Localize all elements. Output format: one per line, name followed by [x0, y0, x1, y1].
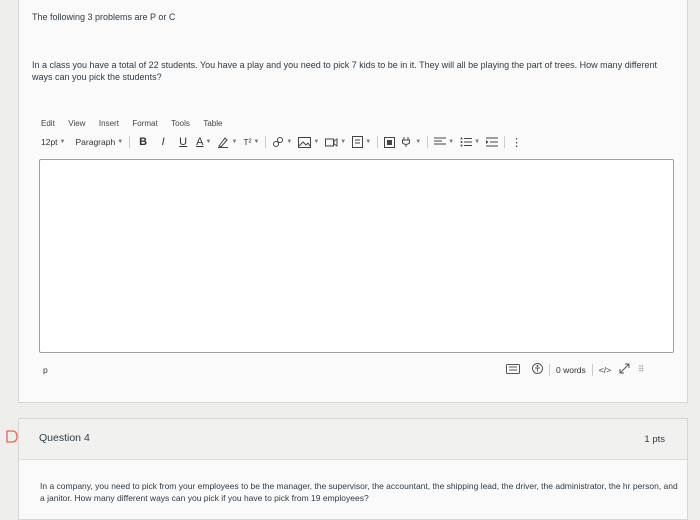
document-button[interactable]: ▼: [352, 135, 371, 149]
highlight-button[interactable]: ▼: [217, 135, 237, 149]
chevron-down-icon: ▼: [253, 139, 260, 145]
html-editor-toggle[interactable]: </>: [599, 365, 611, 375]
statusbar-divider: [591, 363, 593, 376]
fullscreen-button[interactable]: [619, 363, 630, 376]
keyboard-shortcuts-button[interactable]: [506, 363, 520, 376]
chevron-down-icon: ▼: [340, 139, 347, 145]
chevron-down-icon: ▼: [415, 139, 422, 145]
question-4-text: In a company, you need to pick from your…: [40, 481, 678, 503]
superscript-button[interactable]: T² ▼: [243, 135, 259, 149]
align-button[interactable]: ▼: [434, 135, 454, 149]
question-4-card: Question 4 1 pts In a company, you need …: [18, 418, 688, 520]
word-count: 0 words: [556, 364, 586, 375]
media-icon: [325, 137, 338, 147]
link-button[interactable]: ▼: [272, 135, 292, 149]
align-left-icon: [434, 137, 447, 145]
menu-view[interactable]: View: [68, 119, 85, 128]
font-size-select[interactable]: 12pt ▼: [41, 135, 66, 149]
chevron-down-icon: ▼: [448, 139, 455, 145]
question-3-card: The following 3 problems are P or C In a…: [18, 0, 688, 403]
highlighter-icon: [218, 137, 229, 148]
bullet-list-icon: [460, 137, 473, 147]
accessibility-checker-button[interactable]: [532, 363, 543, 376]
chevron-down-icon: ▼: [59, 139, 66, 145]
menu-insert[interactable]: Insert: [99, 119, 119, 128]
toolbar-divider: [377, 136, 379, 148]
chevron-down-icon: ▼: [117, 139, 124, 145]
rich-text-editor-area[interactable]: [39, 159, 674, 353]
bold-button[interactable]: B: [136, 135, 150, 149]
chevron-down-icon: ▼: [205, 139, 212, 145]
image-button[interactable]: ▼: [298, 135, 319, 149]
accessibility-icon: [532, 363, 543, 374]
link-icon: [273, 137, 284, 147]
question-4-header: Question 4 1 pts: [19, 419, 687, 460]
menu-edit[interactable]: Edit: [41, 119, 55, 128]
chevron-down-icon: ▼: [286, 139, 293, 145]
chevron-down-icon: ▼: [313, 139, 320, 145]
apps-icon: [384, 136, 396, 148]
toolbar-divider: [504, 136, 506, 148]
document-icon: [352, 136, 364, 148]
question-4-title: Question 4: [39, 432, 90, 444]
editor-toolbar: 12pt ▼ Paragraph ▼ B I U A ▼ ▼ T² ▼ ▼ ▼ ▼ ▼: [41, 135, 671, 149]
question-3-text: In a class you have a total of 22 studen…: [32, 60, 658, 82]
resize-handle-icon[interactable]: ⠿: [638, 364, 644, 375]
text-color-button[interactable]: A ▼: [196, 135, 211, 149]
toolbar-divider: [265, 136, 267, 148]
toolbar-divider: [129, 136, 131, 148]
editor-statusbar: 0 words </> ⠿: [506, 363, 644, 376]
plug-icon: [402, 137, 411, 147]
list-button[interactable]: ▼: [460, 135, 480, 149]
menu-tools[interactable]: Tools: [171, 119, 190, 128]
underline-button[interactable]: U: [176, 135, 190, 149]
element-path[interactable]: p: [43, 365, 48, 375]
problems-intro: The following 3 problems are P or C: [32, 12, 176, 22]
italic-button[interactable]: I: [156, 135, 170, 149]
editor-menubar: Edit View Insert Format Tools Table: [41, 113, 231, 131]
statusbar-divider: [549, 363, 550, 376]
block-format-select[interactable]: Paragraph ▼: [76, 135, 124, 149]
question-4-points: 1 pts: [644, 434, 665, 445]
plugin-button[interactable]: ▼: [401, 135, 421, 149]
toolbar-divider: [427, 136, 429, 148]
menu-format[interactable]: Format: [132, 119, 157, 128]
chevron-down-icon: ▼: [474, 139, 481, 145]
chevron-down-icon: ▼: [231, 139, 238, 145]
chevron-down-icon: ▼: [365, 139, 372, 145]
indent-button[interactable]: [486, 135, 499, 149]
keyboard-icon: [506, 363, 520, 374]
more-options-button[interactable]: ⋮: [511, 135, 522, 149]
image-icon: [298, 136, 312, 148]
menu-table[interactable]: Table: [203, 119, 222, 128]
expand-icon: [619, 363, 630, 374]
apps-button[interactable]: [384, 135, 396, 149]
indent-icon: [486, 137, 499, 147]
media-button[interactable]: ▼: [325, 135, 346, 149]
question-4-flag-icon[interactable]: [6, 430, 18, 448]
